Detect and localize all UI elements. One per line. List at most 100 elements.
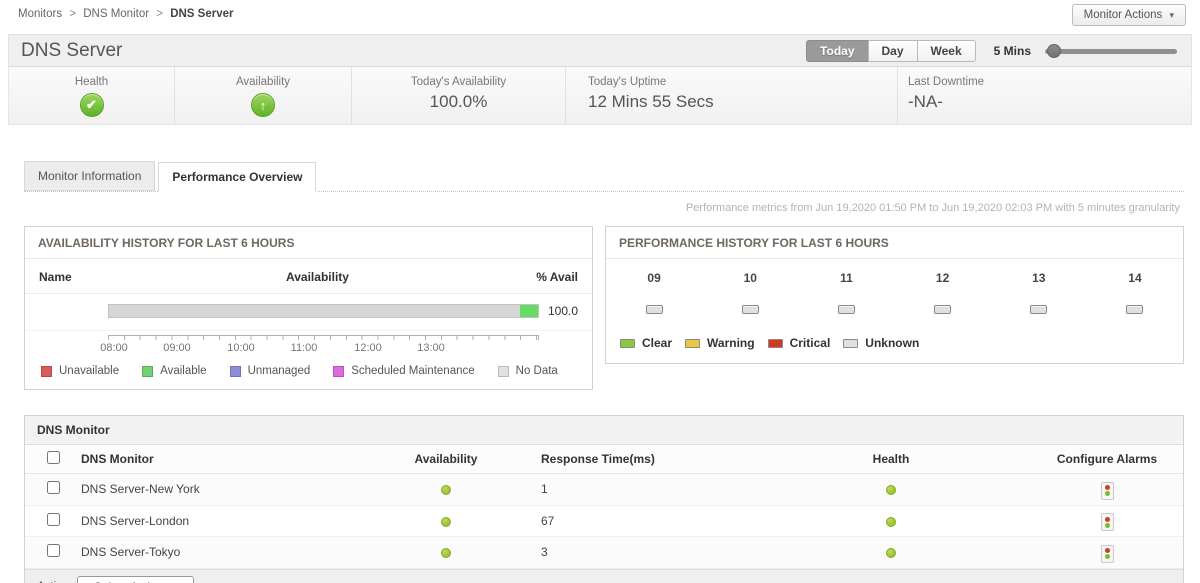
hour-state-unknown-icon[interactable] bbox=[837, 305, 855, 314]
slider-track[interactable] bbox=[1045, 48, 1177, 54]
performance-hour-labels: 09 10 11 12 13 14 bbox=[606, 259, 1183, 285]
col-health: Health bbox=[872, 452, 910, 466]
hour-state-unknown-icon[interactable] bbox=[645, 305, 663, 314]
legend-label: Unknown bbox=[865, 336, 920, 350]
metrics-note: Performance metrics from Jun 19,2020 01:… bbox=[685, 202, 1180, 214]
hour-label: 10 bbox=[743, 271, 757, 285]
legend-item-critical: Critical bbox=[767, 336, 831, 350]
table-row-tokyo: DNS Server-Tokyo 3 bbox=[25, 537, 1183, 569]
monitor-name-link[interactable]: DNS Server-New York bbox=[81, 477, 371, 501]
critical-swatch-icon bbox=[767, 338, 783, 348]
breadcrumb: Monitors > DNS Monitor > DNS Server bbox=[18, 8, 1186, 20]
health-ok-icon: ✔ bbox=[79, 93, 104, 117]
row-checkbox[interactable] bbox=[46, 481, 60, 495]
stat-availability-label: Availability bbox=[235, 76, 291, 88]
page-title: DNS Server bbox=[21, 39, 123, 61]
period-controls: Today Day Week 5 Mins bbox=[806, 39, 1177, 62]
availability-bar[interactable] bbox=[108, 304, 539, 318]
granularity-label: 5 Mins bbox=[993, 43, 1031, 58]
unmanaged-swatch-icon bbox=[229, 365, 241, 377]
legend-label: Unavailable bbox=[59, 365, 120, 377]
unavailable-swatch-icon bbox=[41, 365, 52, 377]
warning-swatch-icon bbox=[685, 338, 701, 348]
period-tab-week[interactable]: Week bbox=[916, 39, 976, 62]
monitor-actions-button[interactable]: Monitor Actions ▾ bbox=[1071, 4, 1186, 26]
no-data-swatch-icon bbox=[497, 365, 509, 377]
tab-monitor-information[interactable]: Monitor Information bbox=[24, 161, 156, 191]
availability-up-dot-icon bbox=[441, 485, 451, 496]
hour-state-unknown-icon[interactable] bbox=[1030, 305, 1048, 314]
availability-history-panel: AVAILABILITY HISTORY FOR LAST 6 HOURS Na… bbox=[24, 226, 593, 390]
availability-history-title: AVAILABILITY HISTORY FOR LAST 6 HOURS bbox=[25, 227, 592, 259]
legend-item-no-data: No Data bbox=[497, 365, 558, 377]
legend-item-available: Available bbox=[142, 365, 207, 377]
legend-label: Scheduled Maintenance bbox=[351, 365, 475, 377]
availability-bar-no-data-segment bbox=[109, 305, 520, 317]
col-availability: Availability bbox=[286, 270, 349, 284]
monitor-actions-label: Monitor Actions bbox=[1083, 9, 1163, 21]
monitor-name-link[interactable]: DNS Server-Tokyo bbox=[81, 540, 371, 564]
hour-label: 13 bbox=[1032, 271, 1046, 285]
stat-last-downtime: Last Downtime -NA- bbox=[897, 67, 1191, 124]
axis-label: 08:00 bbox=[100, 342, 128, 354]
hour-state-unknown-icon[interactable] bbox=[741, 305, 759, 314]
configure-alarms-icon[interactable] bbox=[1100, 481, 1114, 500]
health-up-dot-icon bbox=[886, 485, 896, 496]
row-checkbox[interactable] bbox=[46, 512, 60, 526]
legend-item-unknown: Unknown bbox=[843, 336, 919, 350]
stat-last-downtime-label: Last Downtime bbox=[908, 76, 985, 88]
last-downtime-value: -NA- bbox=[908, 92, 943, 111]
response-time-value: 1 bbox=[541, 482, 548, 497]
legend-label: Critical bbox=[789, 336, 831, 350]
period-tab-today[interactable]: Today bbox=[806, 39, 869, 62]
granularity-slider[interactable] bbox=[1045, 43, 1177, 58]
health-up-dot-icon bbox=[886, 548, 896, 559]
breadcrumb-monitors[interactable]: Monitors bbox=[18, 8, 62, 20]
period-tab-day[interactable]: Day bbox=[867, 39, 918, 62]
hour-state-unknown-icon[interactable] bbox=[934, 305, 952, 314]
configure-alarms-icon[interactable] bbox=[1100, 513, 1114, 531]
period-tab-group: Today Day Week bbox=[806, 39, 976, 62]
stat-health-label: Health bbox=[74, 76, 109, 88]
availability-bar-available-segment bbox=[519, 305, 538, 317]
legend-label: Warning bbox=[707, 336, 755, 350]
slider-handle[interactable] bbox=[1047, 43, 1061, 58]
legend-item-unmanaged: Unmanaged bbox=[229, 365, 310, 377]
configure-alarms-icon[interactable] bbox=[1100, 544, 1114, 563]
chevron-down-icon: ▾ bbox=[1169, 10, 1174, 20]
axis-label: 13:00 bbox=[417, 342, 445, 354]
availability-up-dot-icon bbox=[441, 548, 451, 559]
performance-history-panel: PERFORMANCE HISTORY FOR LAST 6 HOURS 09 … bbox=[605, 226, 1184, 364]
col-percent-avail: % Avail bbox=[536, 270, 578, 284]
hour-label: 12 bbox=[935, 271, 950, 285]
performance-history-title: PERFORMANCE HISTORY FOR LAST 6 HOURS bbox=[606, 227, 1183, 259]
scheduled-maintenance-swatch-icon bbox=[333, 365, 345, 377]
tab-performance-overview[interactable]: Performance Overview bbox=[158, 162, 317, 192]
legend-label: Available bbox=[160, 365, 207, 377]
legend-item-clear: Clear bbox=[620, 336, 672, 350]
select-all-checkbox[interactable] bbox=[46, 451, 60, 464]
legend-label: No Data bbox=[515, 365, 558, 377]
row-checkbox[interactable] bbox=[46, 544, 60, 558]
monitor-name-link[interactable]: DNS Server-London bbox=[81, 509, 371, 533]
col-configure-alarms: Configure Alarms bbox=[1056, 452, 1158, 466]
top-bar: Monitors > DNS Monitor > DNS Server Moni… bbox=[0, 0, 1200, 30]
breadcrumb-dns-monitor[interactable]: DNS Monitor bbox=[83, 8, 149, 20]
breadcrumb-current: DNS Server bbox=[170, 8, 234, 20]
breadcrumb-separator: > bbox=[156, 8, 163, 20]
breadcrumb-separator: > bbox=[69, 8, 77, 20]
availability-percent-value: 100.0 bbox=[547, 304, 578, 318]
hour-state-unknown-icon[interactable] bbox=[1126, 305, 1144, 314]
legend-label: Clear bbox=[642, 336, 673, 350]
hour-label: 14 bbox=[1128, 271, 1142, 285]
table-row-london: DNS Server-London 67 bbox=[25, 506, 1183, 537]
stats-strip: Health ✔ Availability ↑ Today's Availabi… bbox=[8, 67, 1192, 125]
availability-history-columns: Name Availability % Avail bbox=[25, 259, 592, 294]
axis-labels: 08:00 09:00 10:00 11:00 12:00 13:00 bbox=[100, 340, 539, 357]
tab-row: Monitor Information Performance Overview bbox=[24, 161, 1184, 192]
axis-label: 12:00 bbox=[354, 342, 382, 354]
health-up-dot-icon bbox=[886, 516, 896, 527]
hour-label: 11 bbox=[840, 271, 853, 285]
table-row-new-york: DNS Server-New York 1 bbox=[25, 474, 1183, 506]
action-select[interactable]: --Select Action-- bbox=[76, 575, 194, 583]
